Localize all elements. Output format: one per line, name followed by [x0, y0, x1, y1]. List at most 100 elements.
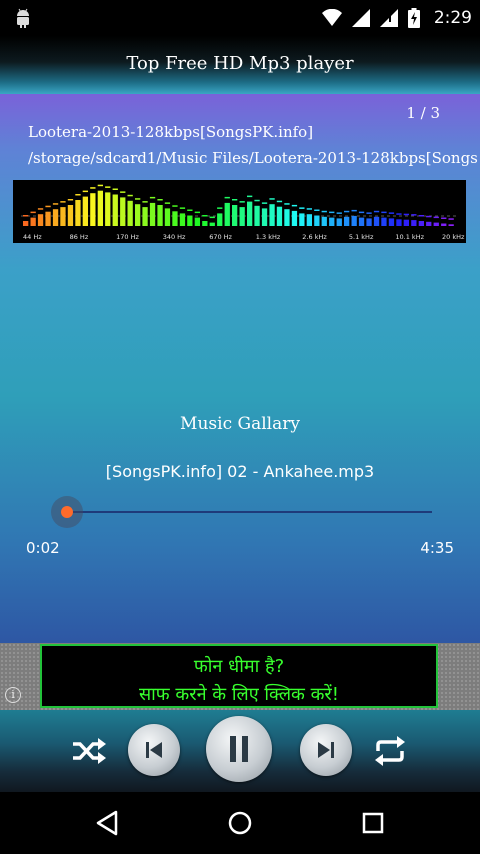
spectrum-peak — [149, 196, 156, 199]
spectrum-peak — [23, 215, 29, 217]
spectrum-chart: 44 Hz 86 Hz 170 Hz 340 Hz 670 Hz 1.3 kHz 2.6 k… — [21, 184, 465, 241]
spectrum-bar — [97, 190, 103, 226]
spectrum-peak — [351, 209, 357, 212]
spectrum-bar — [366, 218, 372, 226]
spectrum-peak — [247, 195, 253, 198]
spectrum-peak — [448, 218, 454, 220]
spectrum-peak — [336, 212, 342, 214]
spectrum-peak — [45, 205, 51, 208]
pause-icon — [230, 736, 248, 762]
previous-button[interactable] — [128, 724, 180, 776]
seek-bar[interactable] — [64, 511, 432, 513]
ad-content[interactable]: फोन धीमा है? साफ करने के लिए क्लिक करें! — [40, 644, 438, 708]
spectrum-bar — [433, 222, 439, 226]
spectrum-bar — [358, 217, 365, 226]
spectrum-bar — [194, 217, 200, 226]
spectrum-peak — [426, 215, 432, 218]
spectrum-bar — [321, 216, 327, 226]
ad-cta: साफ करने के लिए क्लिक करें! — [138, 684, 340, 705]
ad-headline: फोन धीमा है? — [193, 656, 285, 677]
spectrum-peak — [418, 215, 424, 217]
ad-info-icon[interactable]: i — [5, 687, 21, 703]
next-button[interactable] — [300, 724, 352, 776]
spectrum-peak — [344, 210, 350, 213]
repeat-button[interactable] — [370, 734, 410, 768]
frequency-label: 44 Hz — [23, 233, 42, 241]
spectrum-peak — [67, 199, 74, 201]
spectrum-peak — [157, 199, 163, 201]
spectrum-peak — [60, 201, 66, 203]
spectrum-bar — [396, 219, 402, 226]
spectrum-bar — [306, 214, 312, 226]
nav-recents-button[interactable] — [358, 808, 388, 838]
frequency-label: 10.1 kHz — [395, 233, 424, 241]
spectrum-bar — [239, 207, 245, 226]
seek-thumb[interactable] — [50, 496, 83, 528]
spectrum-peak — [396, 213, 402, 215]
spectrum-peak — [209, 216, 215, 219]
spectrum-bar — [120, 197, 126, 226]
spectrum-bar — [261, 208, 268, 226]
spectrum-peak — [217, 207, 223, 209]
spectrum-peak — [105, 186, 111, 188]
spectrum-bar — [388, 218, 395, 226]
nav-back-button[interactable] — [92, 808, 122, 838]
spectrum-peak — [388, 212, 395, 214]
spectrum-peak — [441, 217, 447, 219]
spectrum-peak — [373, 210, 380, 213]
ad-banner[interactable]: फोन धीमा है? साफ करने के लिए क्लिक करें!… — [0, 643, 480, 710]
previous-icon — [146, 742, 162, 758]
spectrum-peak — [127, 194, 133, 197]
spectrum-peak — [269, 198, 275, 200]
spectrum-bar — [448, 224, 454, 226]
spectrum-bar — [157, 205, 163, 226]
playback-controls — [0, 710, 480, 792]
spectrum-peak — [321, 210, 327, 213]
spectrum-peak — [224, 196, 230, 199]
spectrum-peak — [187, 209, 193, 211]
spectrum-peak — [37, 208, 44, 210]
spectrum-peak — [276, 200, 283, 203]
spectrum-peak — [97, 184, 103, 187]
spectrum-peak — [306, 208, 312, 210]
pause-button[interactable] — [206, 716, 272, 782]
spectrum-peak — [366, 212, 372, 214]
spectrum-bar — [164, 208, 171, 226]
spectrum-bar — [90, 193, 96, 226]
spectrum-bar — [426, 221, 432, 226]
spectrum-peak — [299, 207, 305, 209]
spectrum-bar — [135, 204, 141, 226]
home-icon — [228, 811, 252, 835]
spectrum-peak — [194, 211, 200, 214]
song-title: [SongsPK.info] 02 - Ankahee.mp3 — [105, 462, 375, 481]
frequency-label: 170 Hz — [116, 233, 139, 241]
track-counter: 1 / 3 — [406, 104, 440, 122]
spectrum-bar — [329, 217, 335, 226]
spectrum-bar — [441, 223, 447, 226]
spectrum-bar — [284, 209, 290, 226]
music-gallery-label[interactable]: Music Gallary — [0, 414, 480, 434]
spectrum-peak — [179, 207, 186, 209]
spectrum-bar — [373, 216, 380, 226]
spectrum-bar — [127, 200, 133, 226]
shuffle-button[interactable] — [70, 734, 108, 768]
player-panel: 1 / 3 Lootera-2013-128kbps[SongsPK.info]… — [0, 94, 480, 643]
spectrum-peak — [411, 214, 417, 216]
spectrum-peak — [232, 199, 238, 201]
spectrum-peak — [90, 187, 96, 189]
wifi-icon — [321, 9, 342, 26]
total-duration: 4:35 — [420, 539, 454, 557]
playlist-file-name: Lootera-2013-128kbps[SongsPK.info] — [28, 123, 314, 141]
playlist-file-path: /storage/sdcard1/Music Files/Lootera-201… — [28, 149, 478, 167]
spectrum-peak — [358, 211, 365, 214]
spectrum-peak — [403, 213, 409, 216]
spectrum-bar — [336, 218, 342, 226]
frequency-label: 1.3 kHz — [256, 233, 281, 241]
spectrum-peak — [202, 215, 208, 217]
spectrum-bar — [30, 217, 36, 226]
spectrum-bar — [418, 221, 424, 226]
title-bar: Top Free HD Mp3 player — [0, 36, 480, 94]
nav-home-button[interactable] — [225, 808, 255, 838]
spectrum-peak — [381, 211, 387, 214]
spectrum-bar — [224, 202, 230, 226]
